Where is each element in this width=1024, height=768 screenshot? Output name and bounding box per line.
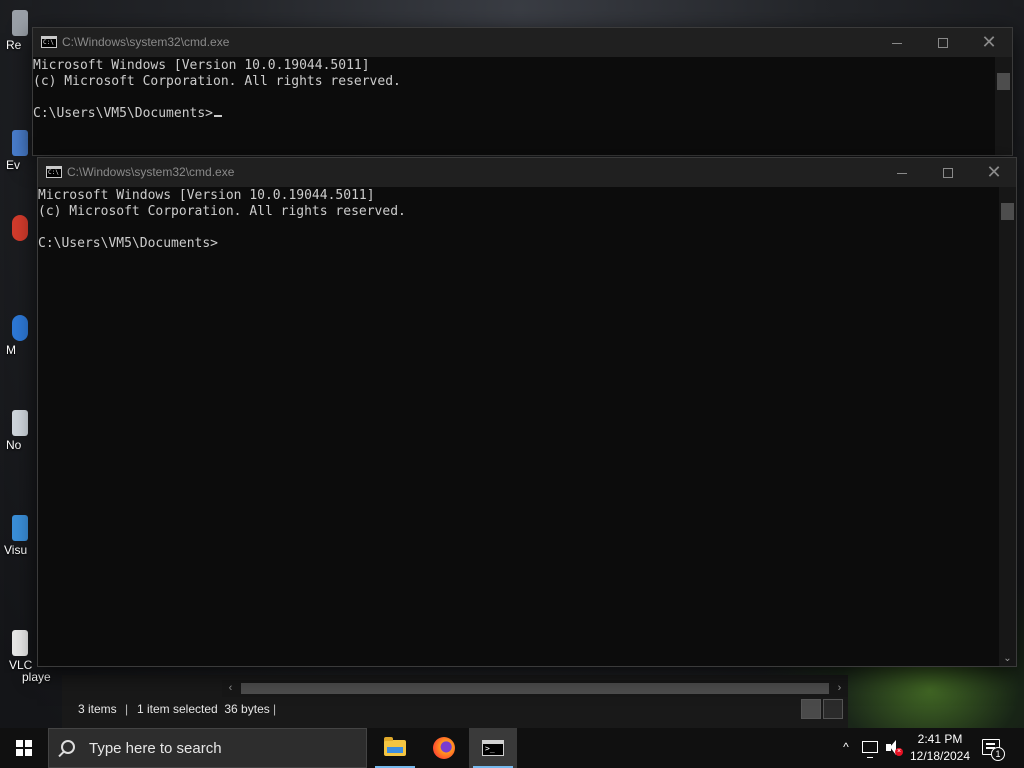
- explorer-status-bar: 3 items | 1 item selected 36 bytes |: [62, 697, 848, 721]
- cmd-icon: [41, 36, 57, 48]
- horizontal-scrollbar[interactable]: ‹ ›: [222, 680, 848, 697]
- maximize-icon: [943, 168, 953, 179]
- app-icon: [12, 215, 28, 241]
- vertical-scrollbar[interactable]: [995, 57, 1012, 155]
- taskbar-app-firefox[interactable]: [420, 728, 468, 768]
- cmd-window-back[interactable]: C:\Windows\system32\cmd.exe ✕ Microsoft …: [32, 27, 1013, 156]
- desktop-icon-label: Ev: [6, 158, 21, 172]
- window-title: C:\Windows\system32\cmd.exe: [62, 35, 230, 49]
- status-separator: |: [273, 702, 277, 716]
- prompt-text: C:\Users\VM5\Documents>: [33, 106, 214, 121]
- window-title: C:\Windows\system32\cmd.exe: [67, 165, 235, 179]
- desktop-icon-label: Re: [6, 38, 22, 52]
- start-button[interactable]: [0, 728, 48, 768]
- maximize-icon: [938, 38, 948, 49]
- scrollbar-thumb[interactable]: [1001, 203, 1014, 220]
- details-view-button[interactable]: [801, 699, 821, 719]
- terminal-prompt: C:\Users\VM5\Documents>: [38, 236, 219, 251]
- desktop-icon-label: playe: [22, 670, 51, 684]
- desktop-icon-label: Visu: [4, 543, 28, 557]
- taskbar-app-file-explorer[interactable]: [371, 728, 419, 768]
- terminal-icon: [482, 740, 504, 756]
- taskbar-app-command-prompt[interactable]: [469, 728, 517, 768]
- terminal-line: Microsoft Windows [Version 10.0.19044.50…: [38, 188, 375, 203]
- clock-date: 12/18/2024: [909, 749, 971, 763]
- edge-icon: [12, 315, 28, 341]
- desktop-icon-app[interactable]: [0, 215, 30, 275]
- notepad-icon: [12, 410, 28, 436]
- scroll-down-icon[interactable]: ⌄: [999, 652, 1016, 666]
- terminal-line: Microsoft Windows [Version 10.0.19044.50…: [33, 58, 370, 73]
- desktop-icon-visual-studio[interactable]: Visu: [0, 515, 30, 575]
- close-button[interactable]: ✕: [966, 28, 1012, 57]
- maximize-button[interactable]: [925, 158, 971, 187]
- minimize-button[interactable]: [879, 158, 925, 187]
- taskbar: Type here to search ^ × 2:41 PM 12/18/20…: [0, 728, 1024, 768]
- clock-time: 2:41 PM: [917, 732, 963, 746]
- scrollbar-thumb[interactable]: [241, 683, 829, 694]
- desktop-icon-label: No: [6, 438, 22, 452]
- status-item-count: 3 items: [78, 702, 117, 716]
- status-selection: 1 item selected 36 bytes: [137, 702, 270, 716]
- cmd-icon: [46, 166, 62, 178]
- terminal-line: (c) Microsoft Corporation. All rights re…: [33, 74, 401, 89]
- search-placeholder: Type here to search: [89, 740, 222, 757]
- terminal-output[interactable]: Microsoft Windows [Version 10.0.19044.50…: [38, 187, 999, 666]
- desktop-icon-label: M: [6, 343, 16, 357]
- show-hidden-icons-chevron-icon[interactable]: ^: [839, 740, 853, 754]
- desktop-icon-vlc[interactable]: VLC playe: [0, 630, 51, 690]
- terminal-line: (c) Microsoft Corporation. All rights re…: [38, 204, 406, 219]
- search-icon: [61, 740, 75, 754]
- maximize-button[interactable]: [920, 28, 966, 57]
- volume-muted-icon[interactable]: ×: [886, 740, 903, 756]
- large-icons-view-button[interactable]: [823, 699, 843, 719]
- title-bar[interactable]: C:\Windows\system32\cmd.exe ✕: [33, 28, 1012, 57]
- search-input[interactable]: Type here to search: [48, 728, 367, 768]
- vlc-icon: [12, 630, 28, 656]
- network-icon[interactable]: [862, 741, 878, 758]
- desktop-icon-ev[interactable]: Ev: [0, 130, 30, 190]
- desktop-icon-notepad[interactable]: No: [0, 410, 30, 470]
- windows-logo-icon: [16, 740, 32, 756]
- scroll-left-icon[interactable]: ‹: [222, 680, 239, 697]
- minimize-button[interactable]: [874, 28, 920, 57]
- vscode-icon: [12, 515, 28, 541]
- title-bar[interactable]: C:\Windows\system32\cmd.exe ✕: [38, 158, 1016, 187]
- scroll-right-icon[interactable]: ›: [831, 680, 848, 697]
- firefox-icon: [433, 737, 455, 759]
- folder-icon: [384, 737, 406, 756]
- app-icon: [12, 130, 28, 156]
- close-button[interactable]: ✕: [971, 158, 1017, 187]
- notification-count-badge: 1: [991, 747, 1005, 761]
- vertical-scrollbar[interactable]: ⌄: [999, 187, 1016, 666]
- desktop-icon-m[interactable]: M: [0, 315, 30, 375]
- recycle-bin-icon: [12, 10, 28, 36]
- status-separator: |: [125, 702, 129, 716]
- text-cursor: [214, 115, 223, 117]
- terminal-output[interactable]: Microsoft Windows [Version 10.0.19044.50…: [33, 57, 995, 155]
- scrollbar-thumb[interactable]: [997, 73, 1010, 90]
- desktop-icon-recycle-bin[interactable]: Re: [0, 10, 30, 70]
- cmd-window-front[interactable]: C:\Windows\system32\cmd.exe ✕ Microsoft …: [37, 157, 1017, 667]
- clock[interactable]: 2:41 PM 12/18/2024: [906, 731, 974, 765]
- terminal-prompt: C:\Users\VM5\Documents>: [33, 106, 223, 122]
- minimize-icon: [897, 172, 907, 174]
- minimize-icon: [892, 42, 902, 44]
